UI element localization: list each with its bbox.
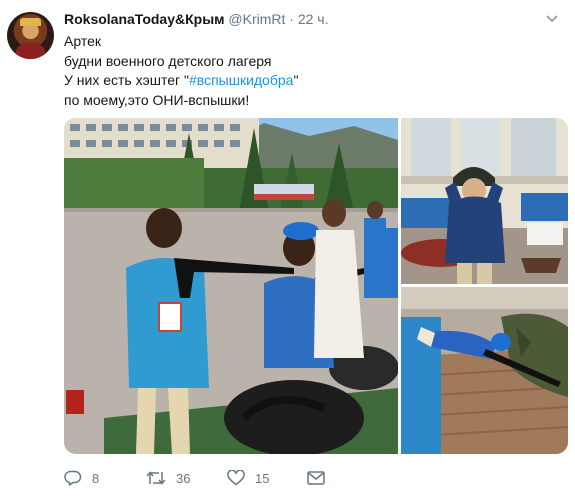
retweet-button[interactable]: 36 bbox=[146, 466, 190, 490]
avatar-crown-icon bbox=[20, 18, 41, 26]
like-button[interactable]: 15 bbox=[227, 466, 269, 490]
tweet-line-hashtag: У них есть хэштег "#вспышкидобра" bbox=[64, 71, 544, 91]
heart-icon bbox=[227, 470, 245, 486]
tweet-line: будни военного детского лагеря bbox=[64, 52, 272, 69]
photo-boy-prone-with-rifle[interactable] bbox=[401, 287, 568, 454]
photo-boy-in-helmet-image bbox=[401, 118, 568, 284]
author-handle[interactable]: @KrimRt bbox=[228, 11, 285, 27]
tweet[interactable]: RoksolanaToday&Крым @KrimRt · 22 ч. Арте… bbox=[0, 0, 575, 499]
reply-button[interactable]: 8 bbox=[64, 466, 99, 490]
avatar-robe-icon bbox=[15, 43, 46, 59]
photo-boy-prone-with-rifle-image bbox=[401, 287, 568, 454]
photo-children-with-rifle[interactable] bbox=[64, 118, 398, 454]
photo-boy-in-helmet[interactable] bbox=[401, 118, 568, 284]
tweet-line: по моему,это ОНИ-вспышки! bbox=[64, 91, 250, 108]
more-options-button[interactable] bbox=[545, 13, 559, 25]
tweet-line-text: У них есть хэштег " bbox=[64, 72, 189, 88]
tweet-line-text: " bbox=[293, 72, 299, 88]
reply-icon bbox=[64, 470, 82, 486]
tweet-time[interactable]: 22 ч. bbox=[298, 11, 329, 27]
tweet-header: RoksolanaToday&Крым @KrimRt · 22 ч. bbox=[64, 11, 559, 29]
tweet-actions: 8 36 15 bbox=[64, 466, 364, 490]
hashtag-link[interactable]: #вспышкидобра bbox=[189, 72, 293, 88]
retweet-count: 36 bbox=[176, 470, 191, 486]
photo-children-with-rifle-image bbox=[64, 118, 398, 454]
reply-count: 8 bbox=[92, 470, 100, 486]
chevron-down-icon bbox=[546, 15, 558, 23]
author-name[interactable]: RoksolanaToday&Крым bbox=[64, 11, 225, 27]
separator-dot: · bbox=[289, 11, 294, 27]
envelope-icon bbox=[307, 471, 325, 485]
like-count: 15 bbox=[255, 470, 270, 486]
tweet-line: Артек bbox=[64, 33, 101, 49]
tweet-media bbox=[64, 118, 568, 454]
retweet-icon bbox=[146, 471, 166, 485]
direct-message-button[interactable] bbox=[307, 466, 325, 490]
tweet-text: Артек будни военного детского лагеря У н… bbox=[64, 32, 544, 110]
avatar[interactable] bbox=[7, 12, 54, 59]
